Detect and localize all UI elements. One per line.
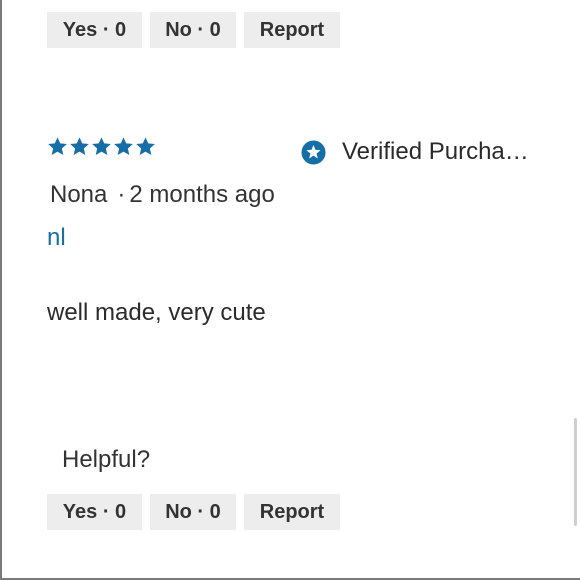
review-title: nl — [47, 224, 66, 251]
helpful-yes-button[interactable]: Yes · 0 — [47, 494, 142, 530]
review-byline: Nona · 2 months ago — [50, 181, 275, 209]
verified-purchase-label: Verified Purcha… — [342, 138, 529, 165]
scrollbar[interactable] — [574, 418, 577, 526]
star-icon — [114, 137, 133, 155]
review-author: Nona — [50, 181, 108, 208]
helpful-prompt: Helpful? — [62, 446, 151, 473]
star-icon — [136, 137, 155, 155]
star-rating — [47, 136, 156, 157]
review-actions: Yes · 0 No · 0 Report — [47, 494, 340, 530]
report-button[interactable]: Report — [244, 494, 340, 530]
helpful-no-button[interactable]: No · 0 — [150, 12, 236, 48]
star-icon — [48, 137, 67, 155]
star-icon — [70, 137, 89, 155]
star-icon — [92, 137, 111, 155]
report-button[interactable]: Report — [244, 12, 340, 48]
helpful-no-button[interactable]: No · 0 — [150, 494, 236, 530]
window-left-border — [0, 0, 2, 580]
helpful-yes-button[interactable]: Yes · 0 — [47, 12, 142, 48]
byline-separator: · — [117, 181, 126, 208]
review-body: well made, very cute — [47, 299, 266, 326]
review-date: 2 months ago — [129, 181, 275, 208]
verified-purchase-badge: Verified Purcha… — [301, 138, 542, 166]
previous-review-actions: Yes · 0 No · 0 Report — [47, 12, 340, 48]
verified-badge-icon — [301, 139, 326, 165]
